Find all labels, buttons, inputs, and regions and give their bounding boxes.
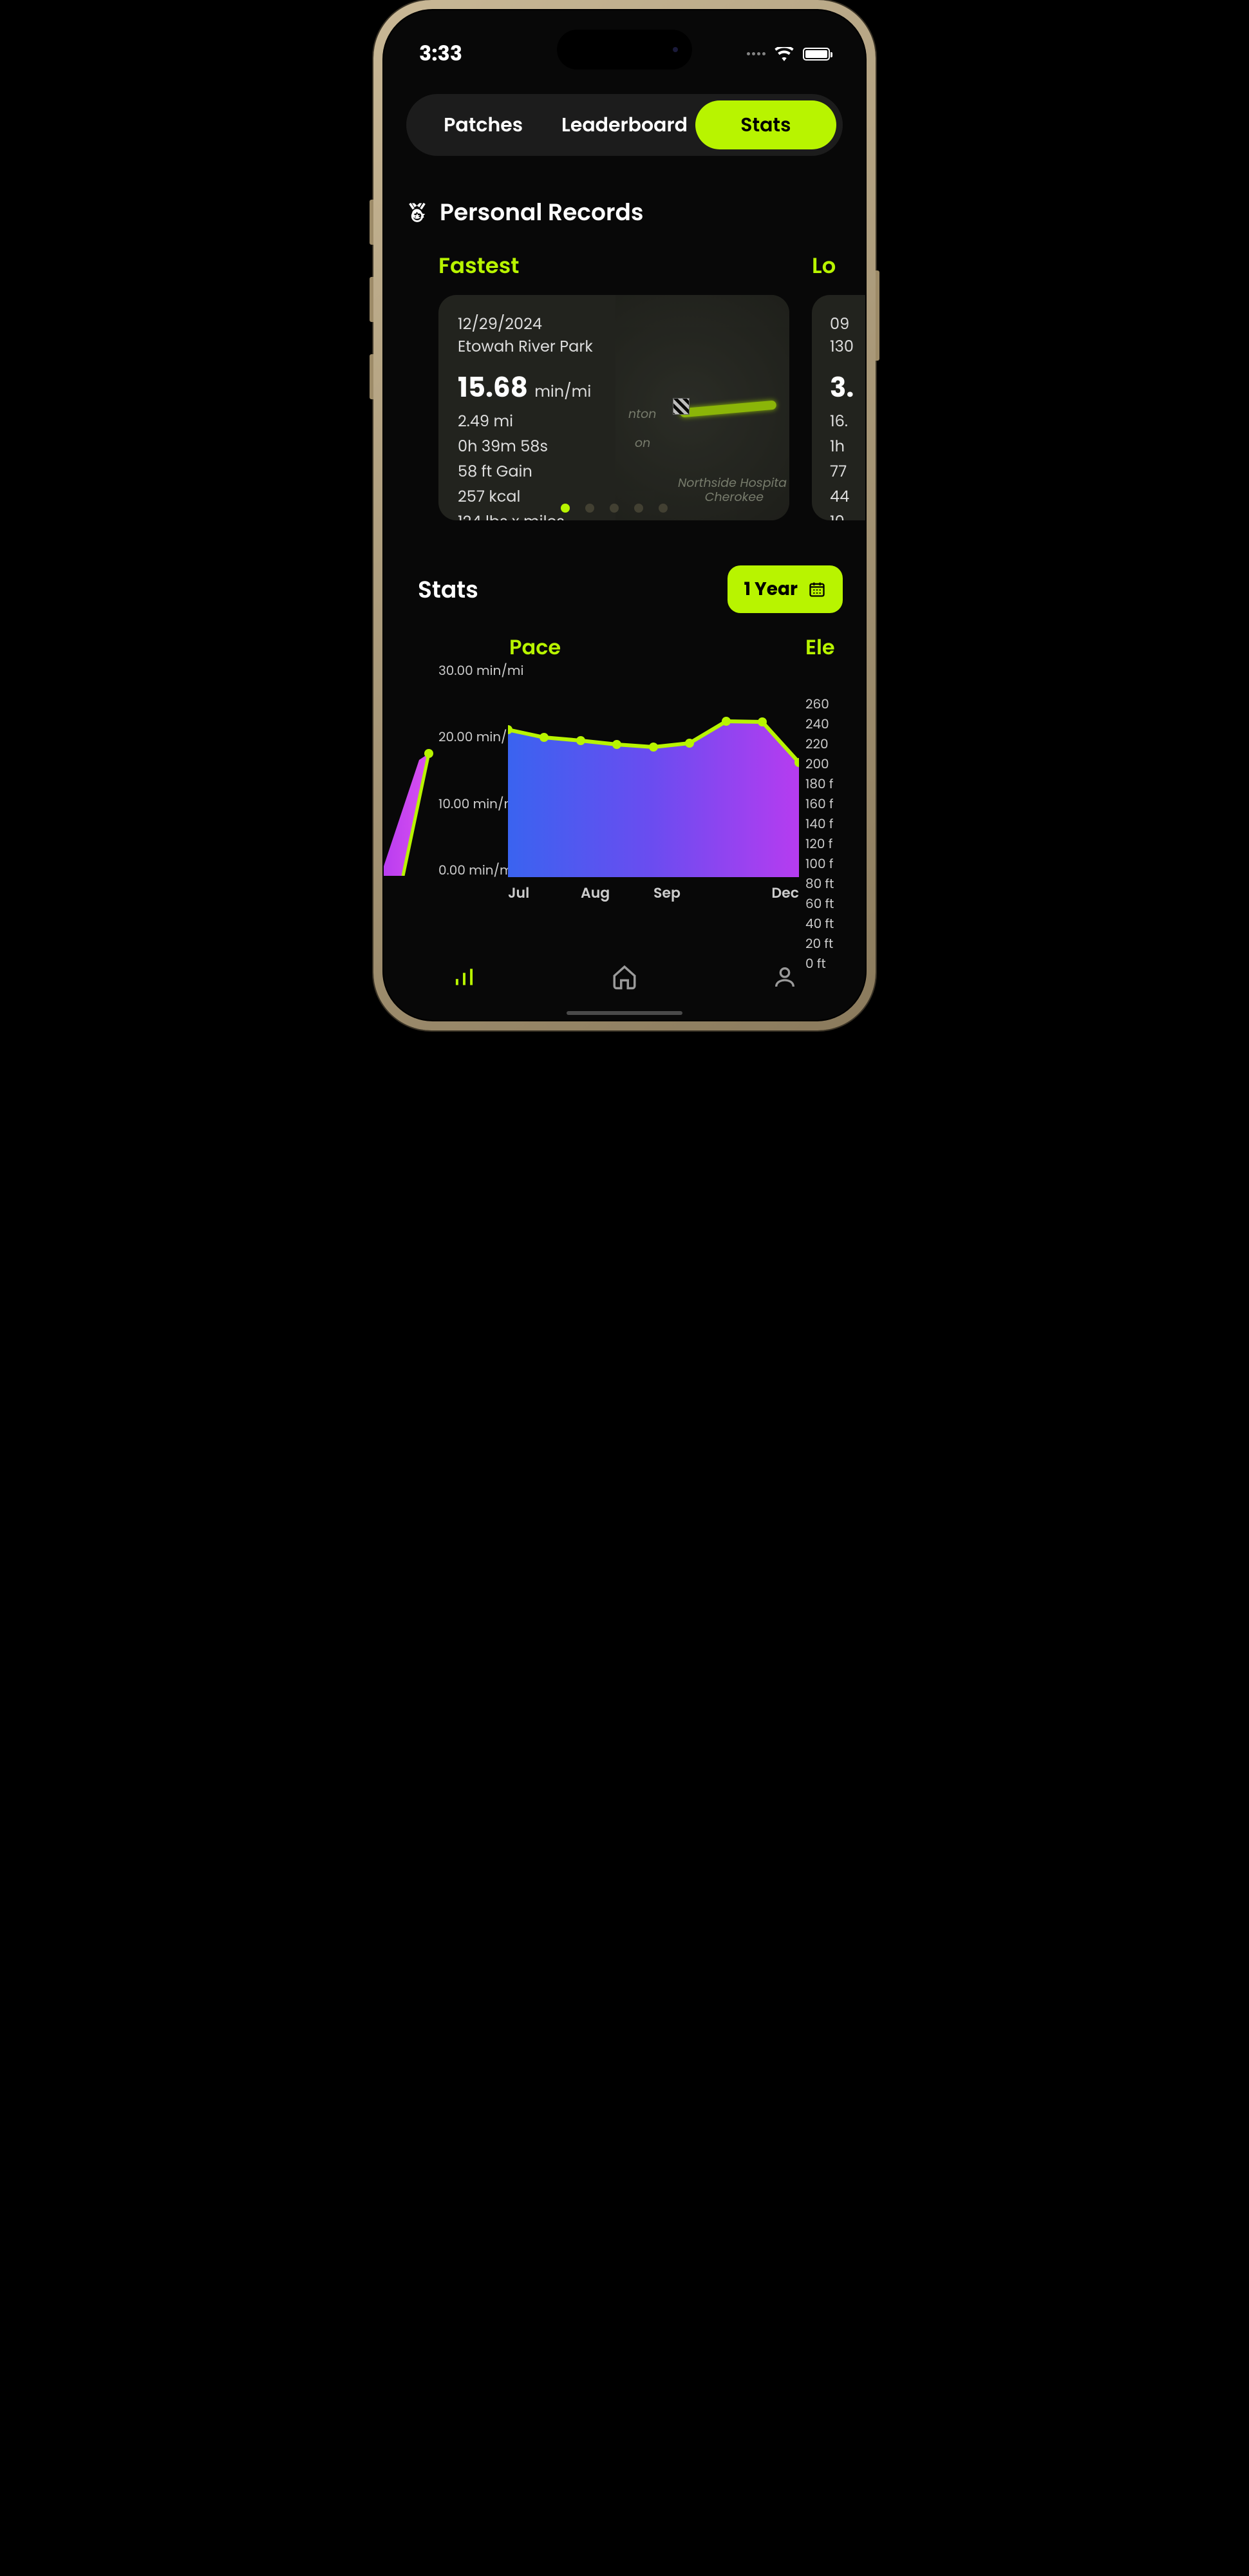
device-frame: 3:33 Patches Leaderboard Stats Personal … xyxy=(373,0,876,1030)
dot-icon[interactable] xyxy=(585,504,594,513)
bottom-nav xyxy=(384,948,865,1006)
pace-chart[interactable]: Pace 30.00 min/mi 20.00 min/mi 10.00 min… xyxy=(438,632,799,974)
record-title: Lo xyxy=(812,249,865,282)
tab-patches[interactable]: Patches xyxy=(413,100,554,149)
elev-y-axis: 260 240 220 200 180 f 160 f 140 f 120 f … xyxy=(805,694,857,974)
nav-stats-button[interactable] xyxy=(449,962,479,992)
records-section-header: Personal Records xyxy=(406,194,843,230)
record-headline-unit: min/mi xyxy=(534,381,591,402)
status-time: 3:33 xyxy=(419,39,462,70)
stats-section-header: Stats 1 Year xyxy=(406,565,843,613)
dot-icon[interactable] xyxy=(634,504,643,513)
records-title: Personal Records xyxy=(440,194,644,230)
user-icon xyxy=(772,964,798,990)
bars-icon xyxy=(452,965,476,989)
record-map-thumbnail: nton on Northside Hospita Cherokee xyxy=(615,295,789,520)
nav-home-button[interactable] xyxy=(610,962,639,992)
battery-icon xyxy=(803,48,830,61)
checkered-flag-icon xyxy=(673,398,690,415)
wifi-icon xyxy=(775,47,794,61)
record-card-fastest[interactable]: Fastest nton on Northside Hospita Cherok… xyxy=(438,249,789,520)
chart-peek-prev xyxy=(384,632,438,916)
status-indicators xyxy=(747,47,830,61)
home-icon xyxy=(611,963,638,990)
stats-title: Stats xyxy=(418,572,478,607)
screen: 3:33 Patches Leaderboard Stats Personal … xyxy=(382,9,867,1021)
carousel-dots xyxy=(561,504,668,513)
medal-icon xyxy=(406,202,428,223)
tab-stats[interactable]: Stats xyxy=(695,100,836,149)
records-carousel[interactable]: Fastest nton on Northside Hospita Cherok… xyxy=(438,249,843,520)
chart-peek-next: Ele 260 240 220 200 180 f 160 f 140 f 12… xyxy=(799,632,857,974)
calendar-icon xyxy=(808,580,826,598)
record-headline-value: 15.68 xyxy=(458,368,528,406)
range-label: 1 Year xyxy=(744,576,798,603)
cellular-dots-icon xyxy=(747,52,765,55)
dot-icon[interactable] xyxy=(610,504,619,513)
chart-title: Pace xyxy=(509,632,799,663)
record-title: Fastest xyxy=(438,249,789,282)
home-indicator[interactable] xyxy=(567,1011,682,1015)
chart-area xyxy=(508,665,799,877)
nav-profile-button[interactable] xyxy=(770,962,800,992)
segmented-tabs: Patches Leaderboard Stats xyxy=(406,94,843,156)
date-range-button[interactable]: 1 Year xyxy=(728,565,843,613)
charts-carousel[interactable]: Pace 30.00 min/mi 20.00 min/mi 10.00 min… xyxy=(384,632,843,974)
route-line-icon xyxy=(680,400,777,417)
x-axis: Jul Aug Sep Dec xyxy=(508,882,799,904)
tab-leaderboard[interactable]: Leaderboard xyxy=(554,100,695,149)
record-card-peek[interactable]: Lo 09 130 3. 16. 1h 77 44 10 xyxy=(812,249,865,520)
dot-icon[interactable] xyxy=(561,504,570,513)
chart-title-next: Ele xyxy=(805,632,857,663)
content: Patches Leaderboard Stats Personal Recor… xyxy=(384,81,865,1020)
dot-icon[interactable] xyxy=(659,504,668,513)
dynamic-island xyxy=(557,30,692,70)
